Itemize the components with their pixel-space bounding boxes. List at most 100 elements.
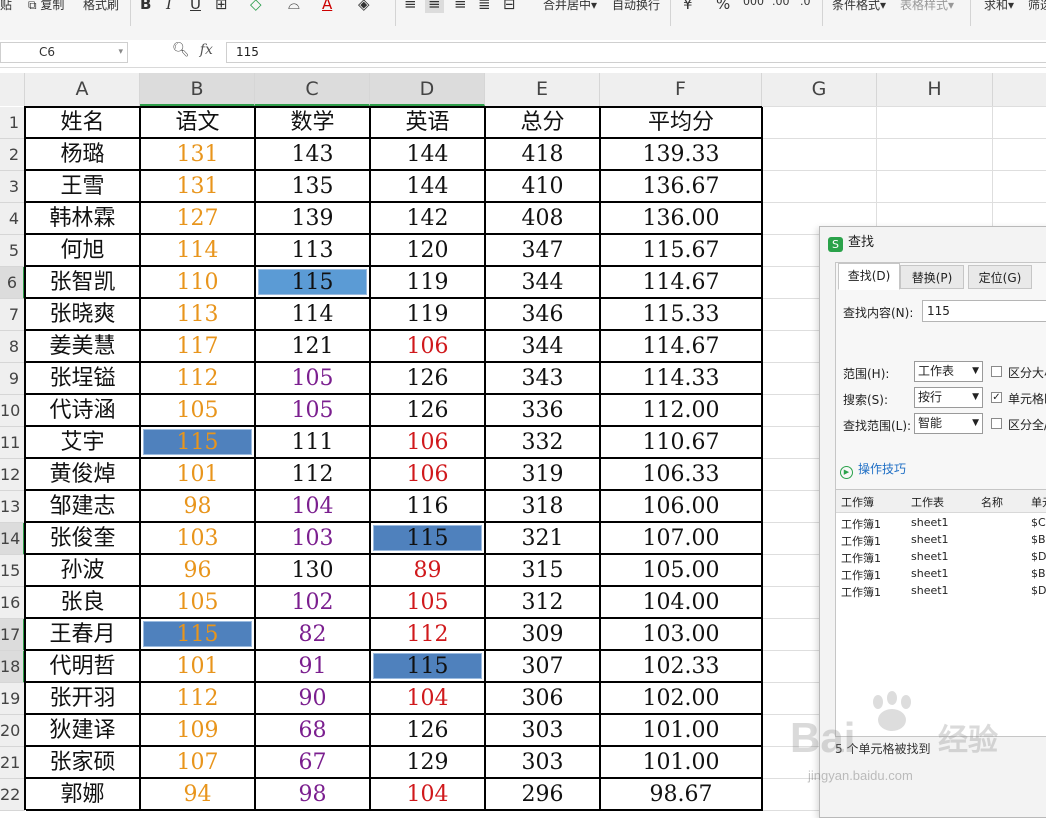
table-cell[interactable]: 115 xyxy=(373,653,482,679)
merge-center-button[interactable]: 合并居中▾ xyxy=(543,0,597,16)
table-cell[interactable]: 126 xyxy=(371,395,486,427)
table-cell[interactable]: 127 xyxy=(141,203,256,235)
table-cell[interactable]: 67 xyxy=(256,747,371,779)
table-cell[interactable]: 101 xyxy=(141,459,256,491)
row-header[interactable]: 18 xyxy=(0,651,25,683)
name-box[interactable]: C6 ▾ xyxy=(0,42,128,63)
match-case-checkbox[interactable] xyxy=(991,366,1002,377)
table-cell[interactable]: 143 xyxy=(256,139,371,171)
table-cell[interactable]: 119 xyxy=(371,267,486,299)
table-cell[interactable]: 115.67 xyxy=(601,235,763,267)
row-header[interactable]: 19 xyxy=(0,683,25,715)
font-color-button[interactable]: A xyxy=(322,0,332,13)
table-cell[interactable]: 113 xyxy=(141,299,256,331)
row-header[interactable]: 16 xyxy=(0,587,25,619)
table-header-cell[interactable]: 英语 xyxy=(371,107,486,139)
table-cell[interactable]: 418 xyxy=(486,139,601,171)
row-header[interactable]: 15 xyxy=(0,555,25,587)
table-cell[interactable]: 孙波 xyxy=(26,555,141,587)
column-header-d[interactable]: D xyxy=(370,73,485,106)
bold-button[interactable]: B xyxy=(140,0,151,13)
table-cell[interactable]: 105 xyxy=(256,395,371,427)
percent-button[interactable]: % xyxy=(716,0,730,13)
table-cell[interactable]: 318 xyxy=(486,491,601,523)
table-cell[interactable]: 101 xyxy=(141,651,256,683)
table-cell[interactable]: 89 xyxy=(371,555,486,587)
table-cell[interactable]: 142 xyxy=(371,203,486,235)
table-cell[interactable]: 103 xyxy=(256,523,371,555)
table-cell[interactable]: 杨璐 xyxy=(26,139,141,171)
table-cell[interactable]: 101.00 xyxy=(601,747,763,779)
table-cell[interactable]: 106 xyxy=(371,427,486,459)
row-header[interactable]: 6 xyxy=(0,267,25,299)
table-cell[interactable]: 91 xyxy=(256,651,371,683)
table-cell[interactable]: 131 xyxy=(141,139,256,171)
list-item[interactable]: 工作簿1 sheet1 $B xyxy=(836,532,1046,549)
table-cell[interactable]: 68 xyxy=(256,715,371,747)
border-icon[interactable]: ⊞ xyxy=(215,0,228,13)
table-cell[interactable]: 131 xyxy=(141,171,256,203)
table-cell[interactable]: 321 xyxy=(486,523,601,555)
row-header[interactable]: 1 xyxy=(0,107,25,139)
table-cell[interactable]: 114 xyxy=(256,299,371,331)
table-cell[interactable]: 139.33 xyxy=(601,139,763,171)
table-cell[interactable]: 309 xyxy=(486,619,601,651)
table-cell[interactable]: 332 xyxy=(486,427,601,459)
table-cell[interactable]: 296 xyxy=(486,779,601,811)
table-cell[interactable]: 张开羽 xyxy=(26,683,141,715)
table-cell[interactable]: 102 xyxy=(256,587,371,619)
table-cell[interactable]: 129 xyxy=(371,747,486,779)
table-cell[interactable]: 狄建译 xyxy=(26,715,141,747)
look-in-select[interactable]: 智能 ▼ xyxy=(914,413,983,434)
table-cell[interactable]: 115 xyxy=(258,269,367,295)
row-header[interactable]: 14 xyxy=(0,523,25,555)
table-cell[interactable]: 105 xyxy=(141,395,256,427)
table-cell[interactable]: 韩林霖 xyxy=(26,203,141,235)
table-cell[interactable]: 110.67 xyxy=(601,427,763,459)
row-header[interactable]: 22 xyxy=(0,779,25,811)
table-cell[interactable]: 114.67 xyxy=(601,267,763,299)
table-cell[interactable]: 王雪 xyxy=(26,171,141,203)
table-cell[interactable]: 117 xyxy=(141,331,256,363)
table-cell[interactable]: 113 xyxy=(256,235,371,267)
list-item[interactable]: 工作簿1 sheet1 $D xyxy=(836,549,1046,566)
table-cell[interactable]: 144 xyxy=(371,139,486,171)
table-cell[interactable]: 黄俊焯 xyxy=(26,459,141,491)
underline-button[interactable]: U xyxy=(190,0,201,13)
table-cell[interactable]: 106 xyxy=(371,331,486,363)
paste-button[interactable]: 贴 xyxy=(0,0,12,16)
table-cell[interactable]: 126 xyxy=(371,715,486,747)
table-cell[interactable]: 319 xyxy=(486,459,601,491)
column-header-g[interactable]: G xyxy=(762,73,877,106)
table-cell[interactable]: 307 xyxy=(486,651,601,683)
table-cell[interactable]: 104 xyxy=(371,683,486,715)
table-cell[interactable]: 136.67 xyxy=(601,171,763,203)
table-cell[interactable]: 96 xyxy=(141,555,256,587)
highlight-icon[interactable]: ⌓ xyxy=(288,0,300,13)
wrap-text-button[interactable]: 自动换行 xyxy=(612,0,660,16)
table-cell[interactable]: 144 xyxy=(371,171,486,203)
table-cell[interactable]: 105 xyxy=(141,587,256,619)
results-header-workbook[interactable]: 工作簿 xyxy=(841,494,874,510)
table-cell[interactable]: 张智凯 xyxy=(26,267,141,299)
table-cell[interactable]: 王春月 xyxy=(26,619,141,651)
column-header-b[interactable]: B xyxy=(140,73,255,106)
table-cell[interactable]: 114.67 xyxy=(601,331,763,363)
conditional-format-button[interactable]: 条件格式▾ xyxy=(832,0,886,16)
row-header[interactable]: 2 xyxy=(0,139,25,171)
tab-goto[interactable]: 定位(G) xyxy=(968,265,1032,289)
list-item[interactable]: 工作簿1 sheet1 $B xyxy=(836,566,1046,583)
table-cell[interactable]: 347 xyxy=(486,235,601,267)
table-cell[interactable]: 303 xyxy=(486,715,601,747)
table-cell[interactable]: 336 xyxy=(486,395,601,427)
table-cell[interactable]: 张埕镒 xyxy=(26,363,141,395)
table-cell[interactable]: 112 xyxy=(141,363,256,395)
table-cell[interactable]: 312 xyxy=(486,587,601,619)
table-cell[interactable]: 112.00 xyxy=(601,395,763,427)
table-cell[interactable]: 90 xyxy=(256,683,371,715)
table-cell[interactable]: 郭娜 xyxy=(26,779,141,811)
search-select[interactable]: 按行 ▼ xyxy=(914,387,983,408)
column-header-c[interactable]: C xyxy=(255,73,370,106)
tab-find[interactable]: 查找(D) xyxy=(838,263,900,290)
row-header[interactable]: 8 xyxy=(0,331,25,363)
